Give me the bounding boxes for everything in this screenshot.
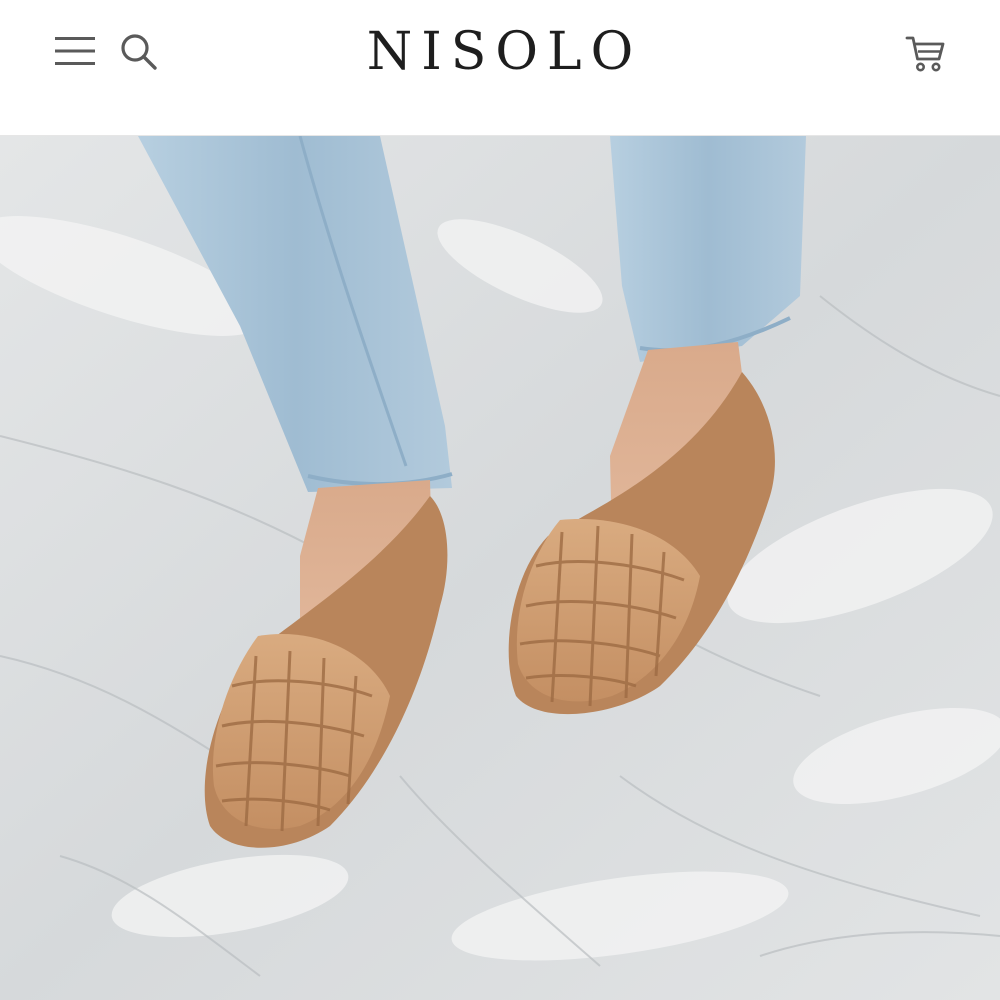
brand-logo[interactable]: NISOLO xyxy=(300,20,700,84)
menu-button[interactable] xyxy=(50,30,100,72)
cart-button[interactable] xyxy=(898,28,954,78)
hamburger-menu-icon xyxy=(55,37,95,65)
site-header: NISOLO xyxy=(0,0,1000,136)
hero-product-image xyxy=(0,136,1000,1000)
app-page: NISOLO xyxy=(0,0,1000,1000)
search-button[interactable] xyxy=(114,28,164,76)
product-photo-illustration xyxy=(0,136,1000,1000)
shopping-cart-icon xyxy=(905,36,945,72)
search-icon xyxy=(121,34,157,70)
